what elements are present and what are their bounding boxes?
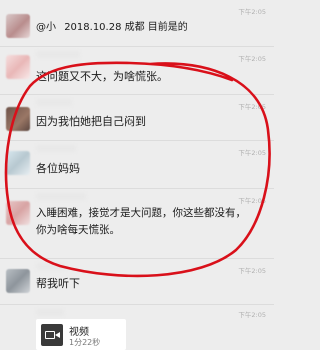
message-text-line-2: 你为啥每天慌张。 (36, 224, 120, 236)
avatar[interactable] (6, 107, 30, 131)
video-camera-icon (41, 324, 63, 346)
redacted-sender (36, 309, 64, 316)
chat-message: 因为我怕她把自己闷到 下午2:05 (0, 95, 274, 139)
message-time: 下午2:05 (238, 55, 266, 63)
redacted-sender (36, 193, 86, 200)
avatar[interactable] (6, 14, 30, 38)
message-text: 因为我怕她把自己闷到 (36, 115, 146, 128)
message-text: @小 2018.10.28 成都 目前是的 (36, 22, 188, 33)
chat-message: @小 2018.10.28 成都 目前是的 下午2:05 (0, 0, 274, 44)
message-time: 下午2:05 (238, 267, 266, 275)
avatar[interactable] (6, 55, 30, 79)
message-time: 下午2:05 (238, 197, 266, 205)
video-title: 视频 (69, 327, 89, 338)
message-text: 各位妈妈 (36, 162, 80, 175)
message-text-line-1: 入睡困难，接觉才是大问题，你这些都没有， (36, 207, 246, 219)
avatar[interactable] (6, 201, 30, 225)
video-duration: 1分22秒 (69, 338, 101, 347)
redacted-sender (36, 99, 72, 106)
message-time: 下午2:05 (238, 311, 266, 319)
message-text: 这问题又不大，为啥慌张。 (36, 70, 168, 83)
avatar[interactable] (6, 269, 30, 293)
redacted-sender (36, 263, 66, 270)
message-time: 下午2:05 (238, 8, 266, 16)
redacted-sender (36, 51, 80, 58)
message-time: 下午2:05 (238, 103, 266, 111)
chat-message: 各位妈妈 下午2:05 (0, 141, 274, 187)
chat-message: 这问题又不大，为啥慌张。 下午2:05 (0, 47, 274, 93)
message-text: 帮我听下 (36, 277, 80, 290)
video-attachment[interactable]: 视频 1分22秒 (36, 319, 126, 350)
message-time: 下午2:05 (238, 149, 266, 157)
chat-message: 帮我听下 下午2:05 (0, 259, 274, 305)
redacted-sender (36, 145, 76, 152)
chat-message: 入睡困难，接觉才是大问题，你这些都没有， 你为啥每天慌张。 下午2:05 (0, 189, 274, 253)
avatar[interactable] (6, 151, 30, 175)
